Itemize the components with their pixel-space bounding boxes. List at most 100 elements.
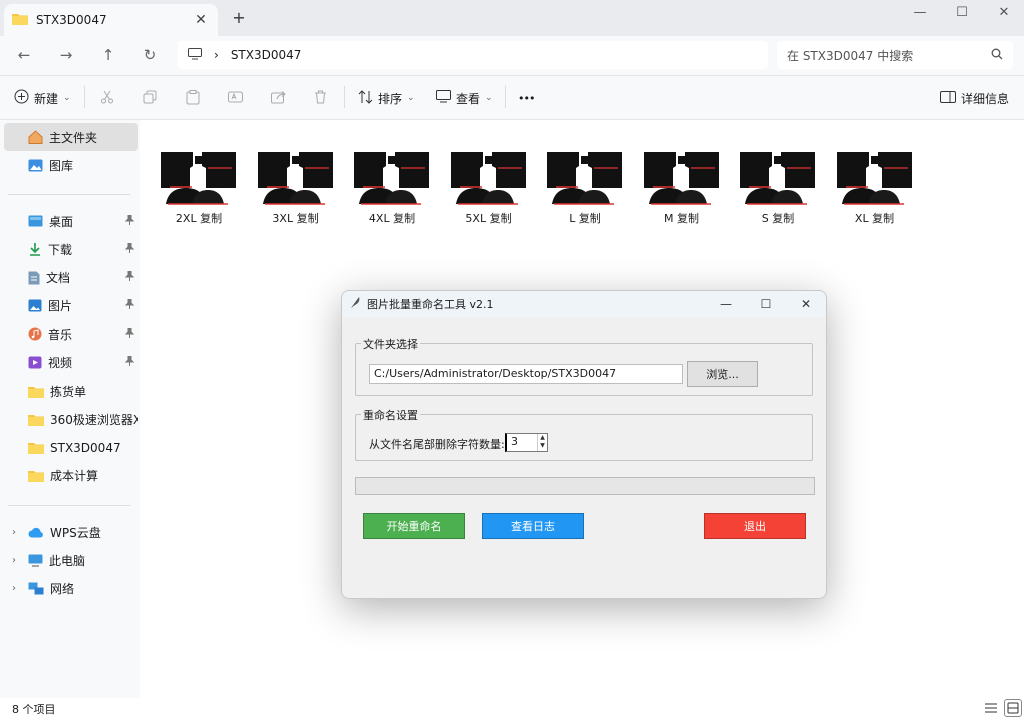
file-item[interactable]: L 复制 xyxy=(543,150,627,226)
sidebar-item[interactable]: 桌面 xyxy=(4,207,138,235)
file-item[interactable]: XL 复制 xyxy=(833,150,917,226)
command-bar: 新建 ⌄ 排序 ⌄ 查看 ⌄ ••• 详细信息 xyxy=(0,76,1024,120)
start-rename-button[interactable]: 开始重命名 xyxy=(363,513,465,539)
folder-icon xyxy=(28,385,44,398)
new-button[interactable]: 新建 ⌄ xyxy=(14,88,71,108)
spin-up-button[interactable]: ▲ xyxy=(538,434,547,442)
file-name: XL 复制 xyxy=(854,212,895,225)
rename-icon[interactable] xyxy=(226,88,244,106)
file-item[interactable]: M 复制 xyxy=(640,150,724,226)
file-item[interactable]: S 复制 xyxy=(736,150,820,226)
breadcrumb-separator: › xyxy=(214,48,219,62)
sidebar-item-label: STX3D0047 xyxy=(50,440,121,455)
file-item[interactable]: 4XL 复制 xyxy=(350,150,434,226)
browse-button[interactable]: 浏览... xyxy=(687,361,758,387)
up-button[interactable]: ↑ xyxy=(96,44,120,66)
address-input[interactable]: › STX3D0047 xyxy=(178,41,768,69)
details-button[interactable]: 详细信息 xyxy=(940,88,1009,108)
sidebar-item[interactable]: › 网络 xyxy=(4,575,138,603)
sidebar-item[interactable]: 图库 xyxy=(4,151,138,179)
maximize-button[interactable]: ☐ xyxy=(942,0,982,24)
file-name: 5XL 复制 xyxy=(465,212,512,225)
close-tab-icon[interactable]: ✕ xyxy=(192,12,210,28)
close-button[interactable]: ✕ xyxy=(984,0,1024,24)
dialog-close-button[interactable]: ✕ xyxy=(786,291,826,317)
file-item[interactable]: 2XL 复制 xyxy=(157,150,241,226)
navigation-pane: 主文件夹图库 桌面下载文档图片音乐视频 拣货单 360极速浏览器X下 STX3D00… xyxy=(0,120,140,698)
sidebar-item[interactable]: 音乐 xyxy=(4,320,138,348)
details-label: 详细信息 xyxy=(961,91,1010,106)
pin-icon[interactable] xyxy=(124,214,135,228)
toolbar-divider xyxy=(505,86,506,108)
folder-path-input[interactable]: C:/Users/Administrator/Desktop/STX3D0047 xyxy=(369,364,683,384)
sidebar-item[interactable]: 视频 xyxy=(4,349,138,377)
view-button[interactable]: 查看 ⌄ xyxy=(436,88,493,108)
sidebar-item-label: 主文件夹 xyxy=(49,130,98,145)
sort-button[interactable]: 排序 ⌄ xyxy=(358,88,415,108)
share-icon[interactable] xyxy=(269,88,287,106)
sidebar-item[interactable]: 拣货单 xyxy=(4,377,138,405)
dialog-title-bar: 图片批量重命名工具 v2.1 — ☐ ✕ xyxy=(342,291,826,317)
cut-icon[interactable] xyxy=(98,88,116,106)
strip-count-spinbox[interactable]: 3 ▲ ▼ xyxy=(505,433,548,452)
sidebar-item[interactable]: STX3D0047 xyxy=(4,434,138,462)
desktop-icon xyxy=(28,215,43,227)
file-item[interactable]: 5XL 复制 xyxy=(447,150,531,226)
paste-icon[interactable] xyxy=(184,88,202,106)
sort-icon xyxy=(358,89,373,107)
minimize-button[interactable]: — xyxy=(900,0,940,24)
spin-down-button[interactable]: ▼ xyxy=(538,442,547,450)
toolbar-divider xyxy=(84,86,85,108)
pin-icon[interactable] xyxy=(124,327,135,341)
pin-icon[interactable] xyxy=(124,355,135,369)
dialog-minimize-button[interactable]: — xyxy=(706,291,746,317)
sidebar-item[interactable]: 下载 xyxy=(4,235,138,263)
pin-icon[interactable] xyxy=(124,270,135,284)
dialog-maximize-button[interactable]: ☐ xyxy=(746,291,786,317)
file-thumbnail xyxy=(254,150,337,206)
sidebar-item[interactable]: 成本计算 xyxy=(4,462,138,490)
sidebar-item[interactable]: › WPS云盘 xyxy=(4,518,138,546)
pin-icon[interactable] xyxy=(124,298,135,312)
more-options-button[interactable]: ••• xyxy=(518,88,535,108)
exit-button[interactable]: 退出 xyxy=(704,513,806,539)
view-log-button[interactable]: 查看日志 xyxy=(482,513,584,539)
sidebar-item-label: 视频 xyxy=(48,356,73,370)
sidebar-item[interactable]: 文档 xyxy=(4,264,138,292)
browser-tab[interactable]: STX3D0047 ✕ xyxy=(4,4,218,36)
rename-tool-dialog: 图片批量重命名工具 v2.1 — ☐ ✕ 文件夹选择 C:/Users/Admi… xyxy=(341,290,827,599)
list-view-icon[interactable] xyxy=(984,701,998,718)
details-pane-icon xyxy=(940,90,956,106)
computer-icon xyxy=(28,554,43,567)
file-item[interactable]: 3XL 复制 xyxy=(254,150,338,226)
address-bar: ← → ↑ ↻ › STX3D0047 在 STX3D0047 中搜索 xyxy=(0,36,1024,76)
refresh-button[interactable]: ↻ xyxy=(138,44,162,66)
sidebar-item-label: 音乐 xyxy=(48,327,73,342)
chevron-right-icon[interactable]: › xyxy=(12,527,16,538)
chevron-right-icon[interactable]: › xyxy=(12,555,16,566)
picture-icon xyxy=(28,299,42,312)
chevron-right-icon[interactable]: › xyxy=(12,583,16,594)
copy-icon[interactable] xyxy=(141,88,159,106)
plus-circle-icon xyxy=(14,89,29,107)
back-button[interactable]: ← xyxy=(12,44,36,66)
search-box[interactable]: 在 STX3D0047 中搜索 xyxy=(777,41,1013,69)
folder-icon xyxy=(12,12,28,28)
sidebar-item[interactable]: › 此电脑 xyxy=(4,546,138,574)
rename-progress-bar xyxy=(355,477,815,495)
search-input[interactable]: 在 STX3D0047 中搜索 xyxy=(787,47,991,64)
dialog-title: 图片批量重命名工具 v2.1 xyxy=(367,298,494,311)
breadcrumb-current[interactable]: STX3D0047 xyxy=(231,48,302,62)
strip-count-value[interactable]: 3 xyxy=(511,435,518,448)
sidebar-item[interactable]: 主文件夹 xyxy=(4,123,138,151)
home-icon xyxy=(28,130,43,144)
file-name: L 复制 xyxy=(569,212,601,225)
new-label: 新建 xyxy=(34,91,59,106)
new-tab-button[interactable]: + xyxy=(230,8,248,27)
sidebar-item[interactable]: 图片 xyxy=(4,292,138,320)
forward-button[interactable]: → xyxy=(54,44,78,66)
sidebar-item[interactable]: 360极速浏览器X下 xyxy=(4,405,138,433)
delete-icon[interactable] xyxy=(311,88,329,106)
thumbnail-view-icon[interactable] xyxy=(1004,699,1022,717)
pin-icon[interactable] xyxy=(124,242,135,256)
